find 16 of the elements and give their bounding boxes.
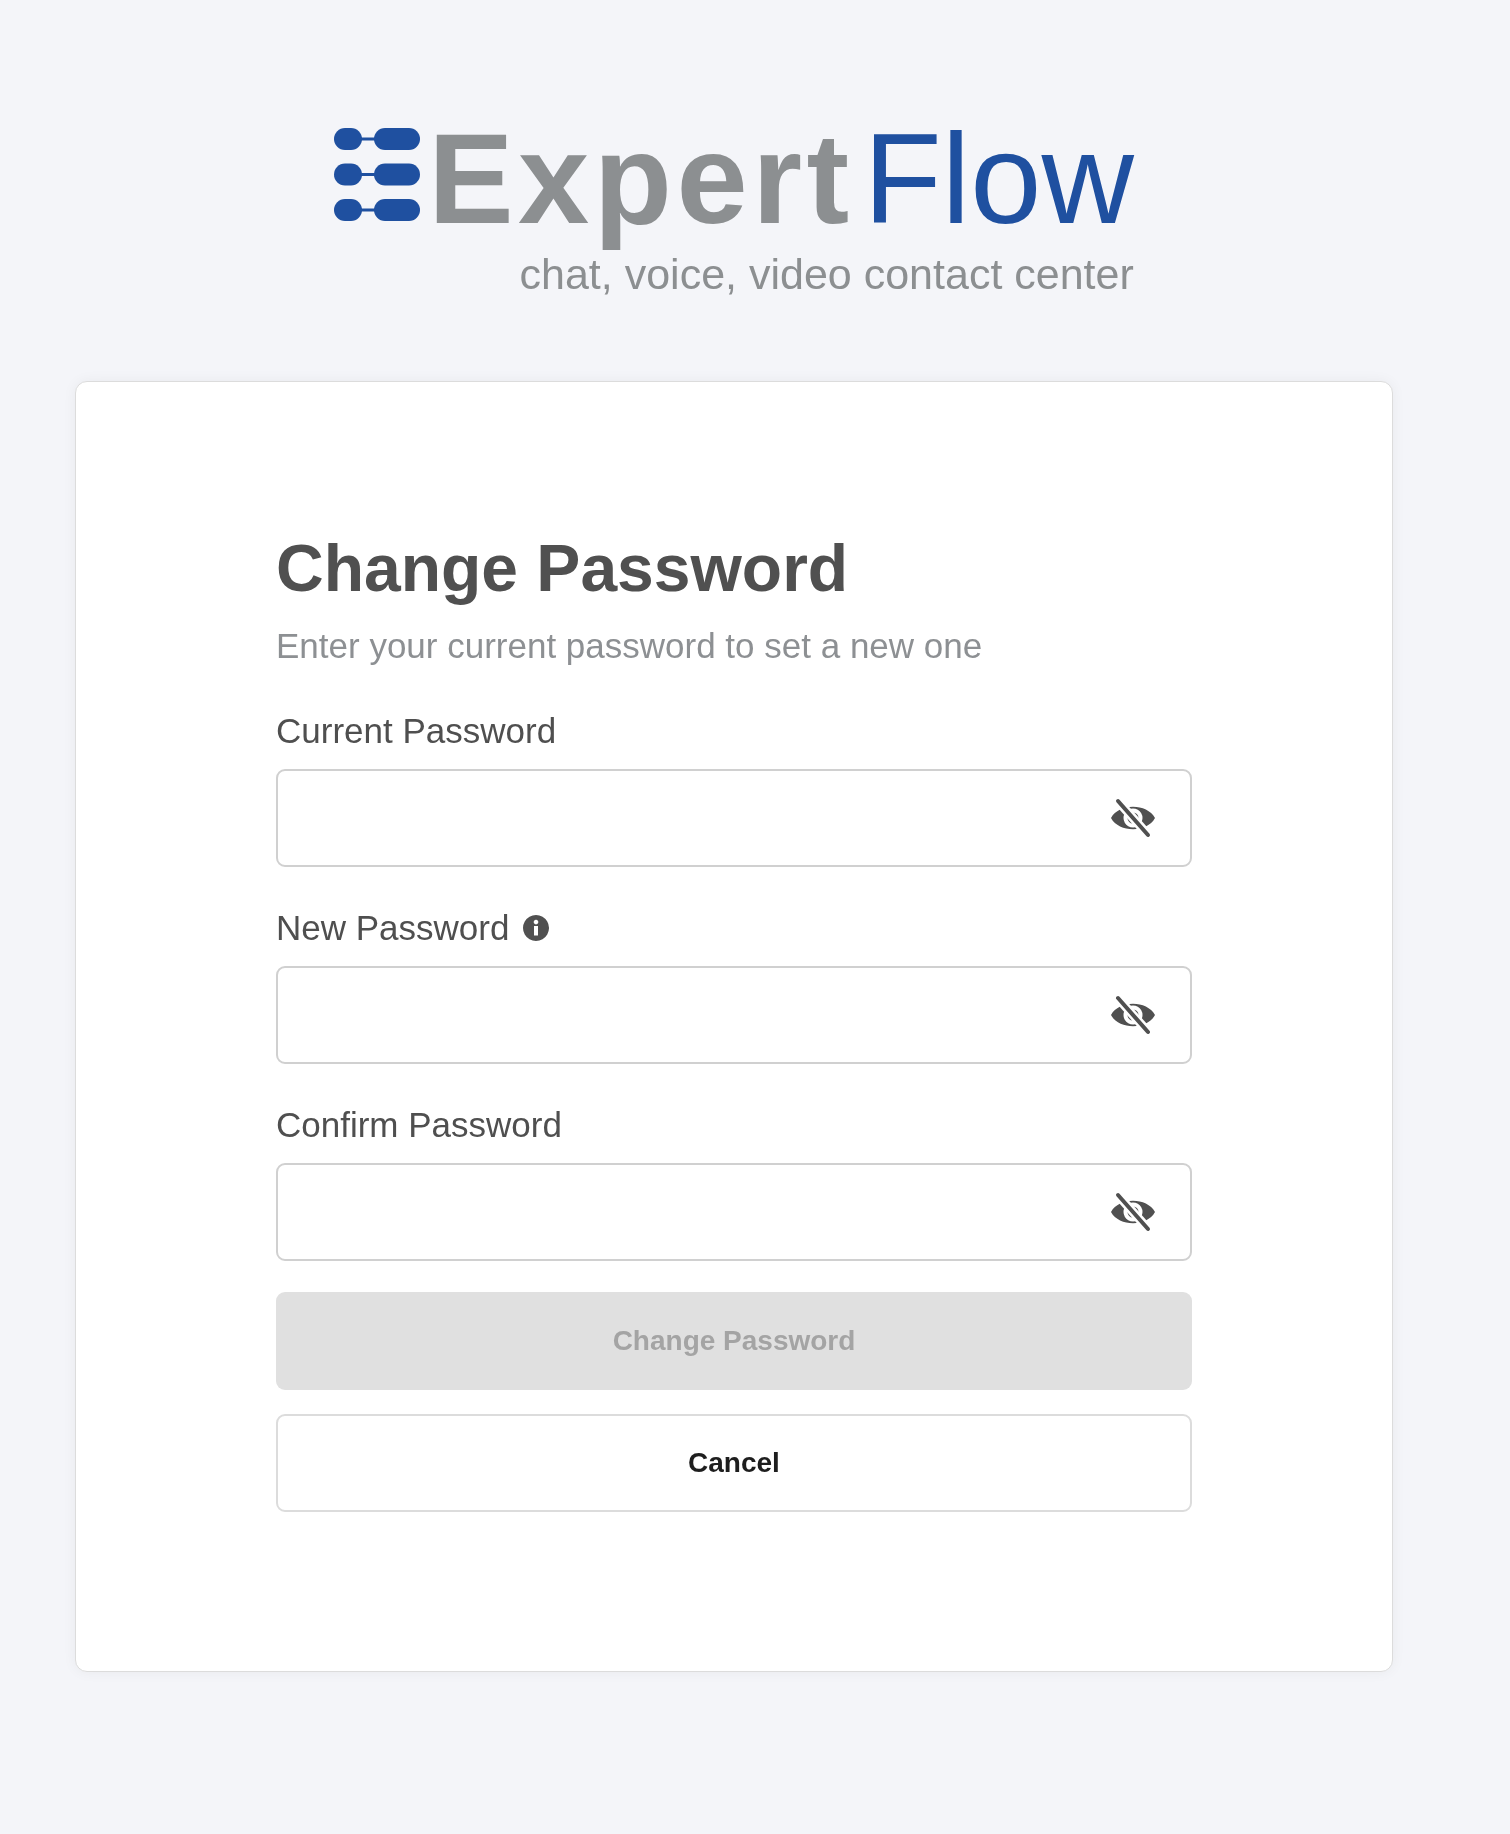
field-label: Confirm Password xyxy=(276,1104,562,1146)
page-subtitle: Enter your current password to set a new one xyxy=(276,625,984,667)
eye-slash-icon[interactable] xyxy=(1109,994,1157,1036)
password-field[interactable] xyxy=(276,1163,1192,1261)
field-label: New Password xyxy=(276,907,510,949)
eye-slash-icon[interactable] xyxy=(1109,1191,1157,1233)
logo-tagline: chat, voice, video contact center xyxy=(519,250,1134,299)
logo-wordmark: Expert Flow xyxy=(428,106,1134,252)
eye-slash-icon[interactable] xyxy=(1109,797,1157,839)
cancel-button[interactable]: Cancel xyxy=(276,1414,1192,1512)
field-label: Current Password xyxy=(276,710,557,752)
page-title: Change Password xyxy=(276,530,850,606)
info-icon[interactable] xyxy=(523,915,550,941)
password-field[interactable] xyxy=(276,769,1192,867)
password-field[interactable] xyxy=(276,966,1192,1064)
logo-icon xyxy=(334,128,421,221)
